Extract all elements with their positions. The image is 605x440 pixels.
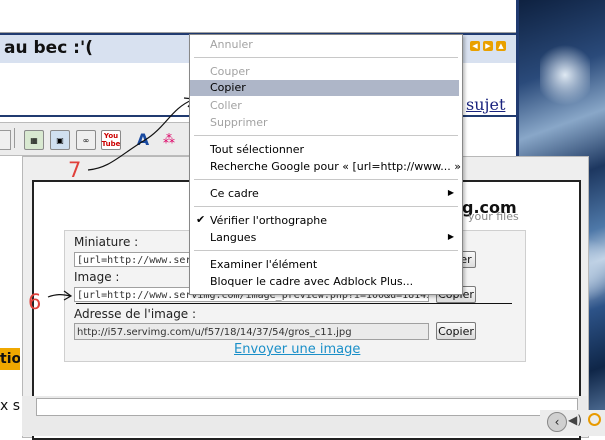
step-6-marker: 6 xyxy=(28,290,42,314)
menu-item-adblock[interactable]: Bloquer le cadre avec Adblock Plus... xyxy=(210,274,413,290)
menu-separator xyxy=(194,250,458,251)
menu-item-select-all[interactable]: Tout sélectionner xyxy=(210,142,304,158)
menu-separator xyxy=(194,206,458,207)
menu-item-undo[interactable]: Annuler xyxy=(210,37,253,53)
menu-item-label: Ce cadre xyxy=(210,187,259,200)
menu-item-paste[interactable]: Coller xyxy=(210,98,242,114)
checkmark-icon: ✔ xyxy=(196,213,206,226)
step-7-marker: 7 xyxy=(68,158,82,182)
menu-separator xyxy=(194,57,458,58)
menu-item-languages[interactable]: Langues xyxy=(210,230,256,246)
menu-separator xyxy=(194,179,458,180)
menu-item-google-search[interactable]: Recherche Google pour « [url=http://www.… xyxy=(210,159,461,175)
menu-item-spellcheck[interactable]: Vérifier l'orthographe xyxy=(210,213,327,229)
menu-item-inspect[interactable]: Examiner l'élément xyxy=(210,257,317,273)
submenu-arrow-icon: ▶ xyxy=(447,188,454,197)
context-menu: Annuler Couper Coller Supprimer Tout sél… xyxy=(189,34,463,295)
menu-item-delete[interactable]: Supprimer xyxy=(210,115,268,131)
submenu-arrow-icon: ▶ xyxy=(447,232,454,241)
menu-item-this-frame[interactable]: Ce cadre xyxy=(210,186,450,202)
menu-separator xyxy=(194,135,458,136)
menu-item-copy[interactable]: Copier xyxy=(210,80,246,96)
menu-item-cut[interactable]: Couper xyxy=(210,64,250,80)
